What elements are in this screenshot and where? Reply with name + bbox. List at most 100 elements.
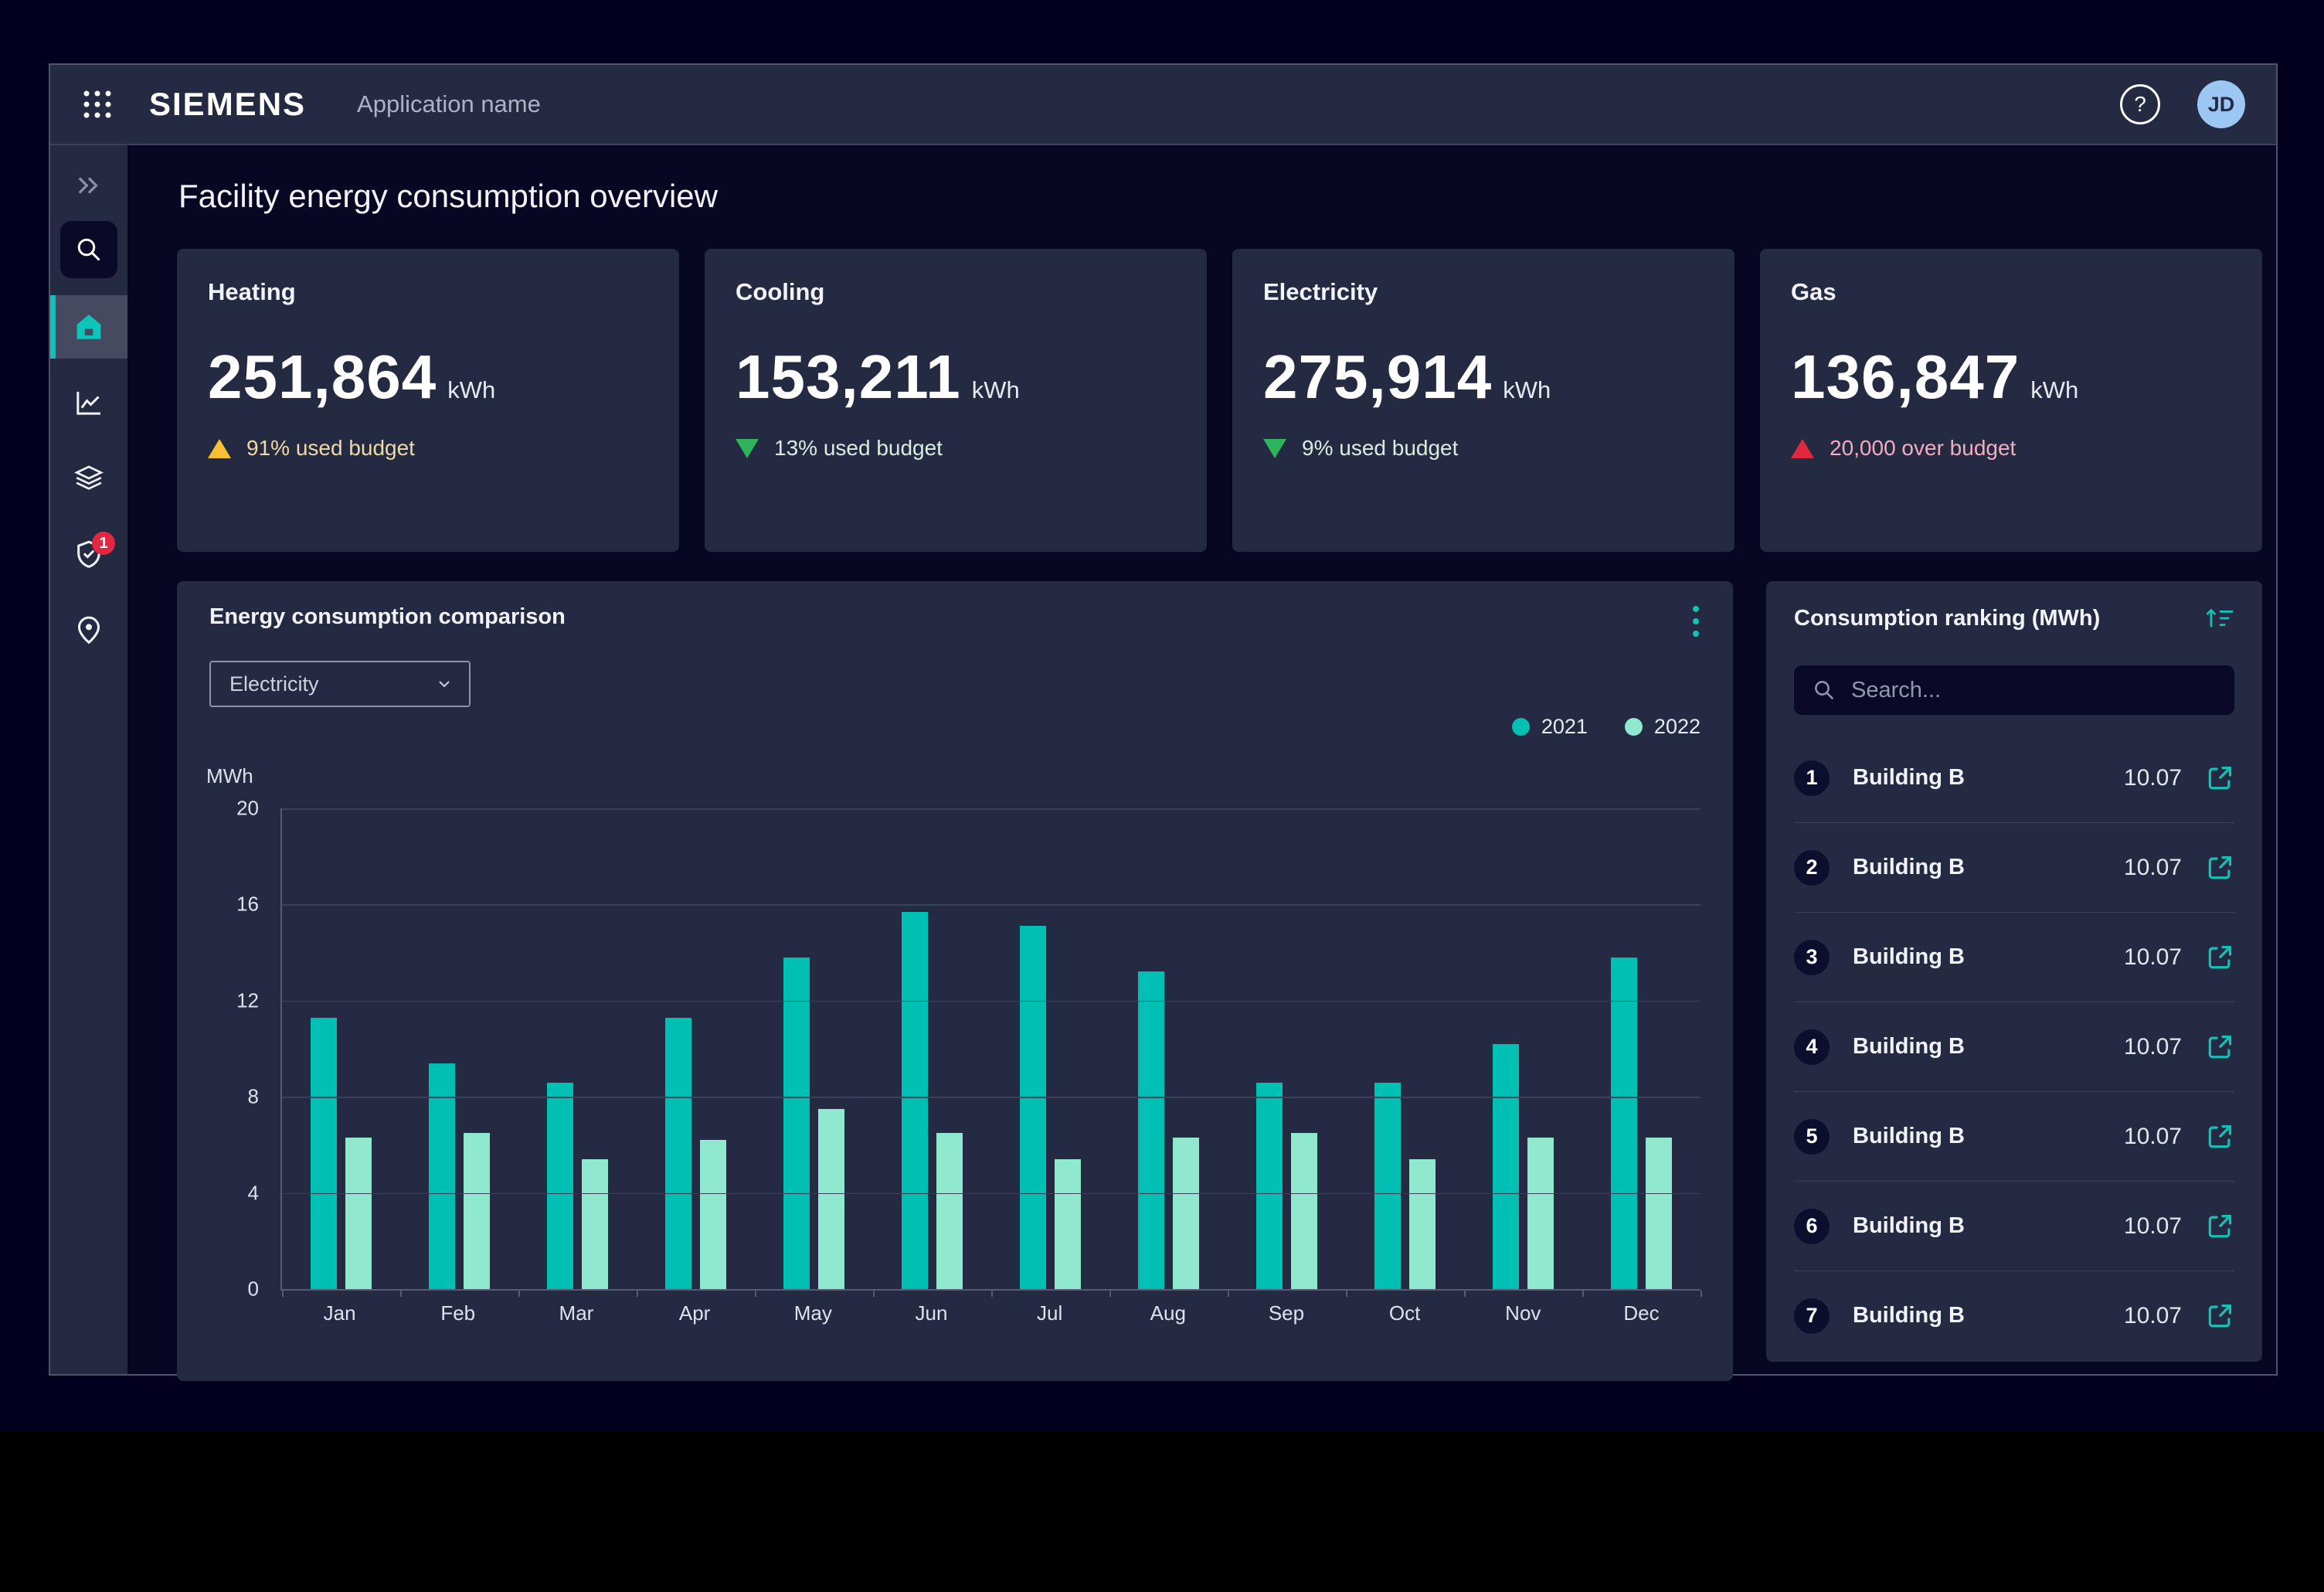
kpi-status: 9% used budget [1263, 436, 1704, 461]
kpi-card: Gas 136,847 kWh 20,000 over budget [1760, 249, 2262, 552]
month-slot [282, 808, 400, 1289]
rank-number: 3 [1794, 940, 1830, 975]
consumption-value: 10.07 [2124, 1303, 2182, 1329]
consumption-value: 10.07 [2124, 1213, 2182, 1240]
y-tick-label: 20 [236, 797, 259, 821]
bar-2022[interactable] [1646, 1138, 1672, 1289]
external-link-icon[interactable] [2205, 1032, 2234, 1062]
kpi-status-text: 13% used budget [774, 436, 943, 461]
bar-2021[interactable] [547, 1083, 573, 1289]
ranking-row[interactable]: 6 Building B 10.07 [1794, 1181, 2234, 1271]
sidebar-item-layers[interactable] [50, 447, 127, 510]
rank-number: 7 [1794, 1298, 1830, 1334]
rank-number: 2 [1794, 850, 1830, 886]
layers-icon [73, 463, 104, 494]
ranking-row[interactable]: 3 Building B 10.07 [1794, 912, 2234, 1002]
kpi-cards-row: Heating 251,864 kWh 91% used budget Cool… [177, 249, 2262, 552]
bar-2021[interactable] [902, 912, 928, 1289]
bar-2022[interactable] [1055, 1159, 1081, 1289]
sidebar-item-search[interactable] [60, 221, 117, 278]
external-link-icon[interactable] [2205, 943, 2234, 972]
kpi-status: 20,000 over budget [1791, 436, 2231, 461]
bar-2022[interactable] [1291, 1133, 1317, 1289]
y-tick-label: 8 [248, 1085, 259, 1109]
y-tick-label: 0 [248, 1277, 259, 1301]
x-tick-label: Jul [990, 1301, 1109, 1325]
main-content: Facility energy consumption overview Hea… [127, 145, 2276, 1374]
bar-2021[interactable] [1374, 1083, 1401, 1289]
x-axis-tick [1109, 1291, 1111, 1297]
bar-2022[interactable] [345, 1138, 372, 1289]
x-axis-tick [1346, 1291, 1347, 1297]
bar-2022[interactable] [1173, 1138, 1199, 1289]
sidebar-item-home[interactable] [50, 295, 127, 359]
x-axis-tick [755, 1291, 756, 1297]
bar-2021[interactable] [1020, 926, 1046, 1289]
x-tick-label: May [754, 1301, 872, 1325]
sidebar-expand-button[interactable] [74, 168, 104, 202]
sort-icon[interactable] [2203, 606, 2236, 634]
help-glyph: ? [2134, 92, 2146, 117]
chevron-down-icon [435, 675, 454, 693]
building-name: Building B [1853, 944, 1965, 970]
legend-item: 2021 [1512, 715, 1588, 739]
ranking-row[interactable]: 1 Building B 10.07 [1794, 733, 2234, 822]
ranking-row[interactable]: 7 Building B 10.07 [1794, 1271, 2234, 1360]
x-axis-tick [1464, 1291, 1466, 1297]
bar-chart-plot [280, 808, 1701, 1291]
bar-2022[interactable] [582, 1159, 608, 1289]
bar-2021[interactable] [1611, 958, 1637, 1289]
x-tick-label: Jun [872, 1301, 990, 1325]
sidebar-item-locations[interactable] [50, 598, 127, 662]
application-name: Application name [357, 90, 541, 118]
external-link-icon[interactable] [2205, 1122, 2234, 1151]
ranking-title: Consumption ranking (MWh) [1794, 606, 2234, 631]
sidebar: 1 [50, 145, 127, 1374]
kpi-status-text: 9% used budget [1302, 436, 1458, 461]
kpi-unit: kWh [2030, 376, 2078, 404]
kpi-card: Heating 251,864 kWh 91% used budget [177, 249, 679, 552]
bar-2021[interactable] [1138, 971, 1164, 1289]
bar-2022[interactable] [1409, 1159, 1436, 1289]
help-icon[interactable]: ? [2120, 84, 2160, 124]
building-name: Building B [1853, 1034, 1965, 1060]
ranking-row[interactable]: 4 Building B 10.07 [1794, 1002, 2234, 1091]
energy-type-dropdown[interactable]: Electricity [209, 661, 471, 707]
bar-2022[interactable] [464, 1133, 490, 1289]
avatar-initials: JD [2208, 93, 2235, 117]
kpi-status: 13% used budget [736, 436, 1176, 461]
external-link-icon[interactable] [2205, 1212, 2234, 1241]
external-link-icon[interactable] [2205, 853, 2234, 883]
bar-2021[interactable] [665, 1018, 691, 1289]
bar-2022[interactable] [700, 1140, 726, 1289]
kpi-number-row: 275,914 kWh [1263, 342, 1704, 413]
avatar[interactable]: JD [2197, 80, 2245, 128]
ranking-row[interactable]: 5 Building B 10.07 [1794, 1091, 2234, 1181]
sidebar-item-analytics[interactable] [50, 371, 127, 434]
month-slot [991, 808, 1109, 1289]
month-slot [1346, 808, 1464, 1289]
bar-2021[interactable] [1256, 1083, 1283, 1289]
trend-triangle-icon [1791, 439, 1814, 458]
sidebar-item-compliance[interactable]: 1 [50, 522, 127, 586]
y-axis-unit-label: MWh [206, 764, 1701, 788]
kpi-value: 136,847 [1791, 342, 2020, 413]
bar-2022[interactable] [936, 1133, 963, 1289]
kpi-status-text: 91% used budget [246, 436, 415, 461]
bar-2022[interactable] [818, 1109, 844, 1289]
consumption-ranking-card: Consumption ranking (MWh) [1766, 581, 2262, 1362]
bar-2021[interactable] [311, 1018, 337, 1289]
kebab-menu-icon[interactable] [1688, 601, 1704, 641]
bar-2021[interactable] [1493, 1044, 1519, 1289]
app-launcher-icon[interactable] [81, 88, 114, 121]
y-tick-label: 4 [248, 1181, 259, 1205]
bar-2021[interactable] [783, 958, 810, 1289]
external-link-icon[interactable] [2205, 1301, 2234, 1331]
ranking-row[interactable]: 2 Building B 10.07 [1794, 822, 2234, 912]
search-input[interactable] [1850, 677, 2216, 704]
ranking-search-box[interactable] [1794, 665, 2234, 715]
consumption-value: 10.07 [2124, 765, 2182, 791]
bar-2022[interactable] [1527, 1138, 1554, 1289]
external-link-icon[interactable] [2205, 764, 2234, 793]
kpi-status-text: 20,000 over budget [1830, 436, 2016, 461]
